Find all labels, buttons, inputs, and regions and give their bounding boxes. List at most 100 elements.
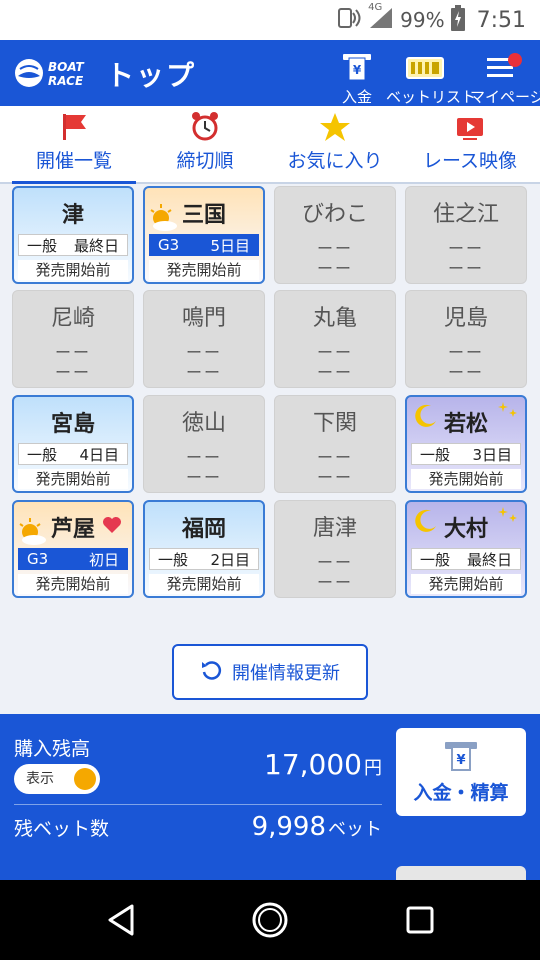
balance-unit: 円 <box>364 758 382 779</box>
venue-day: 2日目 <box>210 550 250 569</box>
deposit-settle-button[interactable]: ¥ 入金・精算 <box>396 728 526 816</box>
venue-card-kojima[interactable]: 児島 ーー ーー <box>405 290 527 388</box>
venue-card-suminoe[interactable]: 住之江 ーー ーー <box>405 186 527 284</box>
divider <box>14 804 382 805</box>
battery-percent: 99% <box>400 8 445 32</box>
venue-card-karatsu[interactable]: 唐津 ーー ーー <box>274 500 396 598</box>
venue-card-amagasaki[interactable]: 尼崎 ーー ーー <box>12 290 134 388</box>
ticket-icon <box>386 50 464 82</box>
venue-race-info: G3 5日目 <box>149 234 259 256</box>
refresh-icon <box>200 659 222 686</box>
remaining-bets-label: 残ベット数 <box>14 818 110 840</box>
toggle-knob <box>74 768 96 790</box>
refresh-label: 開催情報更新 <box>232 663 340 684</box>
venue-grade: 一般 <box>27 236 58 255</box>
star-icon <box>276 106 394 146</box>
my-page-button[interactable]: マイページ <box>470 50 540 107</box>
logo-text-boat: BOAT <box>48 60 84 74</box>
venue-name: 宮島 <box>50 412 95 437</box>
venue-grade: 一般 <box>158 550 189 569</box>
signal-icon: 4G <box>368 2 394 35</box>
balance-label: 購入残高 <box>14 738 91 760</box>
venue-card-tokuyama[interactable]: 徳山 ーー ーー <box>143 395 265 493</box>
venue-placeholder: ーー <box>185 468 222 487</box>
back-button[interactable] <box>102 900 142 940</box>
venue-day: 3日目 <box>472 445 512 464</box>
tab-deadline[interactable]: 締切順 <box>150 106 260 184</box>
venue-placeholder: ーー <box>316 259 353 278</box>
venue-card-wakamatsu[interactable]: 若松 一般 3日目 発売開始前 <box>405 395 527 493</box>
balance-value: 17,000 <box>264 748 362 781</box>
balance-visibility-toggle[interactable]: 表示 <box>14 764 100 794</box>
app-header: BOAT RACE トップ ¥ 入金 ベットリスト マイページ <box>0 40 540 106</box>
venue-name: 唐津 <box>312 516 357 541</box>
venue-race-info: 一般 最終日 <box>18 234 128 256</box>
deposit-header-button[interactable]: ¥ 入金 <box>332 50 382 107</box>
venue-sales-status: 発売開始前 <box>149 260 259 280</box>
venue-card-marugame[interactable]: 丸亀 ーー ーー <box>274 290 396 388</box>
home-button[interactable] <box>250 900 290 940</box>
network-type: 4G <box>368 1 383 13</box>
tab-deadline-label: 締切順 <box>176 150 234 172</box>
alarm-clock-icon <box>150 106 260 146</box>
venue-card-fukuoka[interactable]: 福岡 一般 2日目 発売開始前 <box>143 500 265 598</box>
venue-name: 三国 <box>181 203 226 228</box>
bet-list-button[interactable]: ベットリスト <box>386 50 476 107</box>
logo-text-race: RACE <box>48 74 84 88</box>
venue-card-mikuni[interactable]: 三国 G3 5日目 発売開始前 <box>143 186 265 284</box>
venue-grade: 一般 <box>420 550 451 569</box>
venue-sales-status: 発売開始前 <box>18 469 128 489</box>
venue-placeholder: ーー <box>185 363 222 382</box>
status-icons: 4G 99% 7:51 <box>336 2 526 36</box>
recents-button[interactable] <box>400 900 440 940</box>
venue-placeholder: ーー <box>54 363 91 382</box>
venue-name: 津 <box>61 203 84 228</box>
system-nav-bar <box>0 880 540 960</box>
venue-name: びわこ <box>301 202 368 227</box>
venue-name: 福岡 <box>181 517 226 542</box>
tab-schedule-label: 開催一覧 <box>35 150 112 172</box>
venue-name: 丸亀 <box>312 306 357 331</box>
venue-name: 尼崎 <box>50 306 95 331</box>
venue-race-info: 一般 最終日 <box>411 548 521 570</box>
venue-name: 下関 <box>312 411 357 436</box>
venue-card-tsu[interactable]: 津 一般 最終日 発売開始前 <box>12 186 134 284</box>
venue-day: 4日目 <box>79 445 119 464</box>
venue-name: 住之江 <box>432 202 499 227</box>
venue-card-biwako[interactable]: びわこ ーー ーー <box>274 186 396 284</box>
recents-square-icon <box>406 906 434 934</box>
refresh-schedule-button[interactable]: 開催情報更新 <box>172 644 368 700</box>
venue-grade: G3 <box>27 550 49 568</box>
venue-race-info: 一般 2日目 <box>149 548 259 570</box>
tab-race-video[interactable]: レース映像 <box>408 106 532 184</box>
venue-day: 最終日 <box>466 550 512 569</box>
venue-name: 大村 <box>443 517 488 542</box>
venue-grid: 津 一般 最終日 発売開始前 三国 G3 5日目 発売開始前 びわこ ーー ーー 住… <box>0 184 540 714</box>
deposit-icon: ¥ <box>396 728 526 772</box>
svg-text:¥: ¥ <box>456 753 465 768</box>
venue-card-ashiya[interactable]: 芦屋 G3 初日 発売開始前 <box>12 500 134 598</box>
tab-schedule[interactable]: 開催一覧 <box>12 106 136 186</box>
venue-race-info: 一般 4日目 <box>18 443 128 465</box>
venue-placeholder: ーー <box>316 573 353 592</box>
deposit-icon: ¥ <box>332 50 382 82</box>
battery-icon <box>450 4 465 36</box>
venue-sales-status: 発売開始前 <box>18 260 128 280</box>
venue-card-naruto[interactable]: 鳴門 ーー ーー <box>143 290 265 388</box>
venue-card-miyajima[interactable]: 宮島 一般 4日目 発売開始前 <box>12 395 134 493</box>
venue-card-omura[interactable]: 大村 一般 最終日 発売開始前 <box>405 500 527 598</box>
venue-card-shimonoseki[interactable]: 下関 ーー ーー <box>274 395 396 493</box>
venue-placeholder: ーー <box>316 468 353 487</box>
status-bar: 4G 99% 7:51 <box>0 0 540 40</box>
partial-button[interactable] <box>396 866 526 880</box>
venue-sales-status: 発売開始前 <box>18 574 128 594</box>
venue-name: 児島 <box>443 306 488 331</box>
venue-sales-status: 発売開始前 <box>411 469 521 489</box>
deposit-header-label: 入金 <box>341 88 372 106</box>
venue-day: 初日 <box>88 550 119 569</box>
boat-race-logo[interactable]: BOAT RACE <box>14 56 90 90</box>
tab-bar: 開催一覧 締切順 お気に入り レース映像 <box>0 106 540 186</box>
toggle-label: 表示 <box>26 771 54 787</box>
tab-favorites[interactable]: お気に入り <box>276 106 394 184</box>
nfc-icon <box>336 6 362 35</box>
